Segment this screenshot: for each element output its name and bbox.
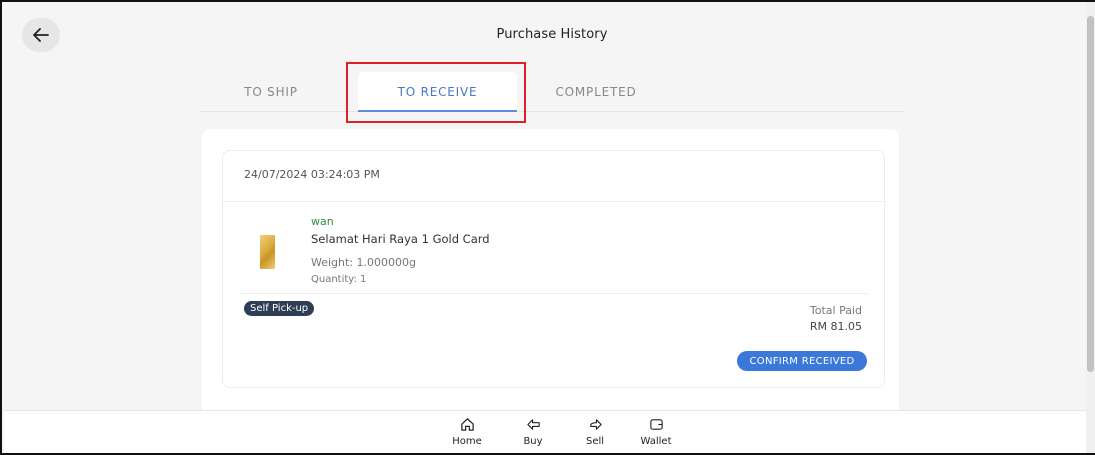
product-quantity: Quantity: 1 [311,274,367,285]
tab-completed[interactable]: COMPLETED [551,72,641,112]
product-name: Selamat Hari Raya 1 Gold Card [311,232,490,246]
active-tab-indicator [358,110,517,112]
page-title: Purchase History [496,27,608,42]
vertical-scrollbar[interactable] [1086,2,1095,453]
delivery-method-badge: Self Pick-up [244,301,315,316]
total-paid-value: RM 81.05 [809,320,862,333]
home-icon [460,418,474,431]
app-window: Purchase History TO SHIP TO RECEIVE COMP… [0,0,1095,455]
tab-to-receive-label: TO RECEIVE [397,85,478,99]
total-paid-label: Total Paid [809,304,862,317]
bottom-nav: Home Buy Sell Wallet [4,410,1088,453]
tab-to-receive[interactable]: TO RECEIVE [358,72,517,112]
product-weight: Weight: 1.000000g [311,256,416,269]
divider [239,293,868,294]
tab-to-ship[interactable]: TO SHIP [231,72,311,112]
nav-home[interactable]: Home [442,417,492,447]
tab-bar: TO SHIP TO RECEIVE COMPLETED [201,68,905,112]
scrollbar-thumb[interactable] [1087,16,1094,372]
nav-wallet-label: Wallet [640,436,672,447]
nav-wallet[interactable]: Wallet [631,417,681,447]
wallet-icon [649,419,663,430]
gold-card-image [260,235,275,269]
buy-arrow-icon [526,419,540,430]
divider [223,201,884,202]
seller-name: wan [311,215,334,228]
order-date: 24/07/2024 03:24:03 PM [244,168,380,181]
sell-arrow-icon [589,419,602,430]
nav-sell-label: Sell [585,436,605,447]
nav-buy[interactable]: Buy [508,417,558,447]
confirm-received-button[interactable]: CONFIRM RECEIVED [737,351,867,371]
nav-sell[interactable]: Sell [570,417,620,447]
nav-home-label: Home [452,436,482,447]
nav-buy-label: Buy [523,436,543,447]
